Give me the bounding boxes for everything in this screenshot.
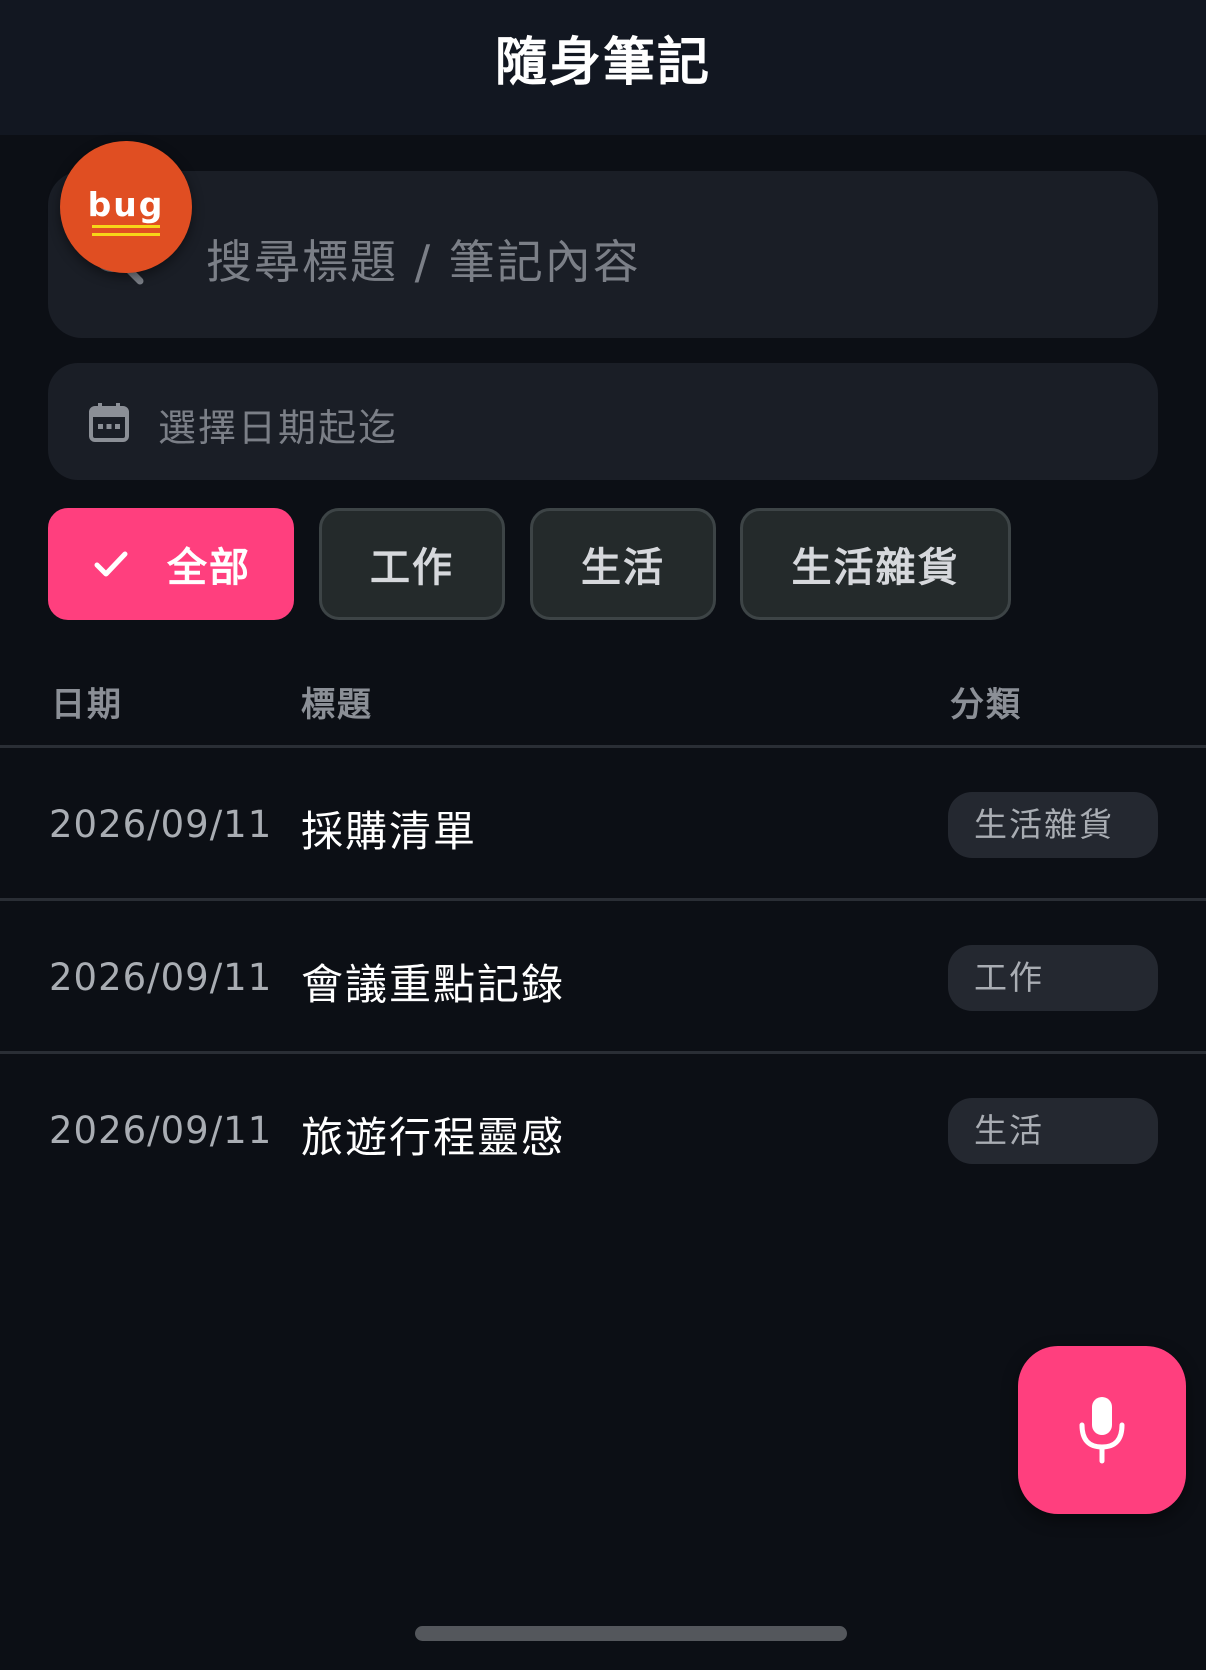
column-header-title: 標題 — [301, 685, 373, 725]
table-header: 日期 標題 分類 — [0, 660, 1206, 748]
column-header-date: 日期 — [51, 685, 123, 725]
row-date: 2026/09/11 — [49, 1109, 273, 1152]
table-row[interactable]: 2026/09/11 旅遊行程靈感 生活 — [0, 1054, 1206, 1207]
bug-underline — [92, 225, 160, 228]
table-row[interactable]: 2026/09/11 會議重點記錄 工作 — [0, 901, 1206, 1054]
bug-label: bug — [87, 185, 165, 224]
search-placeholder: 搜尋標題 / 筆記內容 — [206, 235, 641, 289]
row-title: 會議重點記錄 — [301, 960, 566, 1009]
category-badge: 生活 — [948, 1098, 1158, 1164]
row-date: 2026/09/11 — [49, 956, 273, 999]
row-title: 採購清單 — [301, 807, 478, 856]
page-title: 隨身筆記 — [494, 33, 711, 93]
category-badge: 工作 — [948, 945, 1158, 1011]
category-badge: 生活雜貨 — [948, 792, 1158, 858]
calendar-icon — [89, 403, 129, 442]
filter-chip-label: 生活雜貨 — [791, 545, 960, 591]
row-date: 2026/09/11 — [49, 803, 273, 846]
voice-record-button[interactable] — [1018, 1346, 1186, 1514]
app-header: 隨身筆記 — [0, 0, 1206, 135]
column-header-category: 分類 — [950, 685, 1022, 725]
date-range-picker[interactable]: 選擇日期起迄 — [48, 363, 1158, 480]
filter-chip-label: 工作 — [370, 545, 454, 591]
date-placeholder: 選擇日期起迄 — [158, 406, 399, 450]
search-input[interactable]: 搜尋標題 / 筆記內容 — [48, 171, 1158, 338]
bug-underline-2 — [92, 233, 160, 236]
filter-chip-all[interactable]: 全部 — [48, 508, 294, 620]
filter-chip-groceries[interactable]: 生活雜貨 — [740, 508, 1011, 620]
filter-chip-label: 生活 — [581, 545, 665, 591]
filter-chip-work[interactable]: 工作 — [319, 508, 505, 620]
check-icon — [94, 551, 128, 577]
home-indicator[interactable] — [415, 1626, 847, 1641]
microphone-icon — [1079, 1397, 1125, 1464]
row-title: 旅遊行程靈感 — [301, 1113, 566, 1162]
debug-bug-badge[interactable]: bug — [60, 141, 192, 273]
filter-chip-label: 全部 — [167, 545, 251, 591]
filter-chip-life[interactable]: 生活 — [530, 508, 716, 620]
table-row[interactable]: 2026/09/11 採購清單 生活雜貨 — [0, 748, 1206, 901]
app-screen: 隨身筆記 搜尋標題 / 筆記內容 bug 選擇日期起迄 全部 工作 生活 生活雜… — [0, 0, 1206, 1670]
